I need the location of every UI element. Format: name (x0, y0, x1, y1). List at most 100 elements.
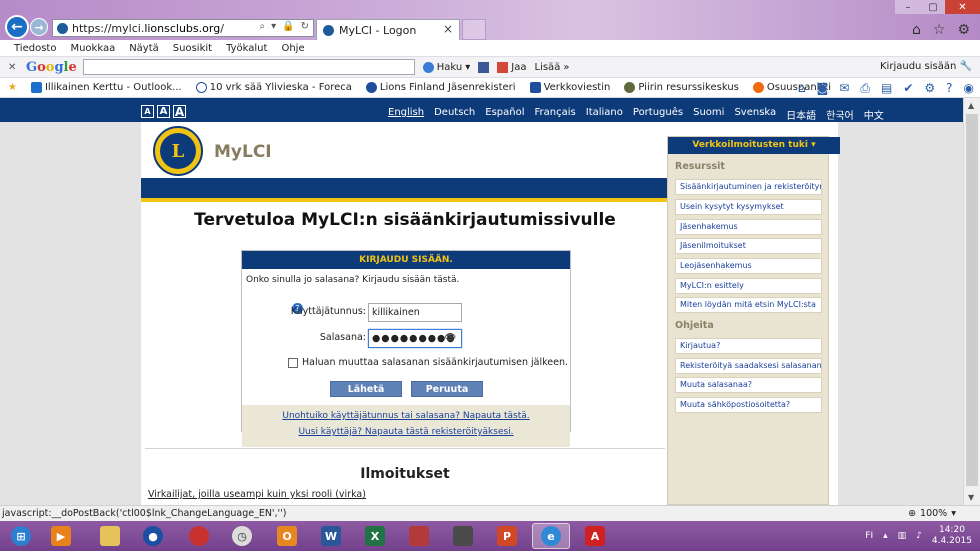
taskbar-picture-manager[interactable] (400, 523, 438, 549)
google-search-button[interactable]: Haku ▾ (422, 61, 470, 73)
close-toolbar-icon[interactable]: ✕ (8, 62, 20, 73)
page-icon[interactable]: ▤ (881, 81, 892, 96)
taskbar-pin[interactable] (180, 523, 218, 549)
taskbar-explorer[interactable] (91, 523, 129, 549)
username-input[interactable]: killikainen (368, 303, 462, 322)
taskbar-app[interactable] (444, 523, 482, 549)
lions-logo[interactable]: L (153, 126, 203, 176)
sidebar-dropdown[interactable]: Verkkoilmoitusten tuki ▾ (668, 137, 840, 154)
sidebar-item-membership-application[interactable]: Jäsenhakemus (675, 219, 822, 235)
sidebar-item-faq[interactable]: Usein kysytyt kysymykset (675, 199, 822, 215)
taskbar-word[interactable]: W (312, 523, 350, 549)
notices-link[interactable]: Virkailijat, joilla useampi kuin yksi ro… (148, 489, 366, 500)
start-button[interactable]: ⊞ (2, 523, 40, 549)
register-link[interactable]: Uusi käyttäjä? Napauta tästä rekisteröit… (242, 427, 570, 437)
page-scrollbar[interactable]: ▲ ▼ (963, 98, 980, 505)
menu-view[interactable]: Näytä (129, 43, 159, 54)
close-tab-icon[interactable]: × (443, 22, 453, 36)
mail-icon[interactable]: ✉ (839, 81, 849, 96)
cancel-button[interactable]: Peruuta (411, 381, 483, 397)
forward-button[interactable]: → (30, 18, 48, 36)
lang-japanese[interactable]: 日本語 (786, 107, 816, 122)
lang-francais[interactable]: Français (535, 107, 576, 122)
tray-arrow-icon[interactable]: ▴ (883, 531, 888, 541)
home-icon[interactable]: ⌂ (912, 22, 921, 38)
sidebar-item-login-registration[interactable]: Sisäänkirjautuminen ja rekisteröityminen (675, 179, 822, 195)
menu-tools[interactable]: Työkalut (226, 43, 267, 54)
rss-icon[interactable]: ◙ (817, 81, 829, 96)
favorite-piirin[interactable]: Piirin resurssikeskus (624, 82, 739, 93)
favorite-verkkoviestin[interactable]: Verkkoviestin (529, 82, 610, 93)
refresh-icon[interactable]: ↻ (301, 21, 309, 32)
lang-portugues[interactable]: Português (633, 107, 683, 122)
text-size-medium[interactable]: A (157, 105, 170, 118)
text-size-small[interactable]: A (141, 105, 154, 118)
search-icon[interactable]: ⌕ (260, 21, 266, 32)
scroll-down-icon[interactable]: ▼ (968, 493, 974, 502)
menu-help[interactable]: Ohje (281, 43, 304, 54)
taskbar-internet-explorer[interactable]: e (532, 523, 570, 549)
back-button[interactable]: ← (5, 15, 29, 39)
share-button[interactable]: Jaa (497, 61, 527, 73)
sidebar-item-change-email[interactable]: Muuta sähköpostiosoitetta? (675, 397, 822, 413)
more-button[interactable]: Lisää » (535, 62, 570, 73)
taskbar-excel[interactable]: X (356, 523, 394, 549)
favorite-outlook[interactable]: Illikainen Kerttu - Outlook... (30, 82, 182, 93)
lang-korean[interactable]: 한국어 (826, 107, 854, 122)
safety-icon[interactable]: ✔ (903, 81, 913, 96)
maximize-button[interactable]: ▢ (921, 0, 945, 14)
tools-icon[interactable]: ⚙ (924, 81, 935, 96)
volume-icon[interactable]: ♪ (916, 531, 922, 541)
taskbar-outlook[interactable]: O (268, 523, 306, 549)
lang-english[interactable]: English (388, 107, 424, 122)
facebook-button[interactable] (478, 61, 490, 73)
menu-edit[interactable]: Muokkaa (70, 43, 115, 54)
help-icon[interactable]: ? (946, 81, 952, 96)
dropdown-icon[interactable]: ▾ (271, 21, 276, 32)
clock[interactable]: 14:20 4.4.2015 (932, 525, 972, 547)
lang-espanol[interactable]: Español (485, 107, 524, 122)
password-input[interactable]: ●●●●●●●●● 👁 (368, 329, 462, 348)
lang-svenska[interactable]: Svenska (734, 107, 776, 122)
sidebar-item-mylci-intro[interactable]: MyLCI:n esittely (675, 278, 822, 294)
text-size-large[interactable]: A (173, 105, 186, 119)
google-search-input[interactable] (82, 59, 415, 75)
home-icon[interactable]: ⌂ (798, 81, 806, 96)
sidebar-item-register-password[interactable]: Rekisteröityä saadaksesi salasanan? (675, 358, 822, 374)
taskbar-media-player[interactable]: ▶ (42, 523, 80, 549)
scrollbar-thumb[interactable] (966, 114, 978, 486)
lang-italiano[interactable]: Italiano (586, 107, 623, 122)
taskbar-acrobat[interactable]: A (576, 523, 614, 549)
submit-button[interactable]: Lähetä (330, 381, 402, 397)
taskbar-powerpoint[interactable]: P (488, 523, 526, 549)
close-window-button[interactable]: ✕ (945, 0, 980, 14)
lock-icon[interactable]: 🔒 (282, 21, 294, 32)
star-icon[interactable]: ☆ (933, 22, 946, 38)
sidebar-item-member-reports[interactable]: Jäsenilmoitukset (675, 238, 822, 254)
network-icon[interactable]: ▥ (898, 531, 907, 541)
menu-favorites[interactable]: Suosikit (173, 43, 212, 54)
sidebar-item-change-password[interactable]: Muuta salasanaa? (675, 377, 822, 393)
sidebar-item-how-login[interactable]: Kirjautua? (675, 338, 822, 354)
taskbar-clock-app[interactable]: ◷ (223, 523, 261, 549)
lang-suomi[interactable]: Suomi (693, 107, 724, 122)
sidebar-item-find-things[interactable]: Miten löydän mitä etsin MyLCI:sta (675, 297, 822, 313)
lang-deutsch[interactable]: Deutsch (434, 107, 475, 122)
tab-mylci-logon[interactable]: MyLCI - Logon × (316, 19, 460, 40)
scroll-up-icon[interactable]: ▲ (968, 101, 974, 110)
zoom-control[interactable]: ⊕ 100% ▾ (908, 506, 956, 521)
gear-icon[interactable]: ⚙ (957, 22, 970, 38)
favorite-lions-finland[interactable]: Lions Finland Jäsenrekisteri (365, 82, 516, 93)
extension-icon[interactable]: ◉ (964, 81, 974, 96)
language-indicator[interactable]: FI (865, 531, 873, 541)
minimize-button[interactable]: – (895, 0, 921, 14)
sidebar-item-leo-application[interactable]: Leojäsenhakemus (675, 258, 822, 274)
menu-file[interactable]: Tiedosto (14, 43, 56, 54)
forgot-password-link[interactable]: Unohtuiko käyttäjätunnus tai salasana? N… (242, 411, 570, 421)
new-tab-button[interactable] (462, 19, 486, 40)
print-icon[interactable]: ⎙ (860, 81, 870, 96)
favorites-star[interactable]: ★ (8, 82, 17, 93)
change-password-checkbox[interactable] (288, 357, 298, 368)
favorite-foreca[interactable]: 10 vrk sää Ylivieska - Foreca (195, 82, 352, 93)
reveal-password-icon[interactable]: 👁 (445, 330, 457, 347)
